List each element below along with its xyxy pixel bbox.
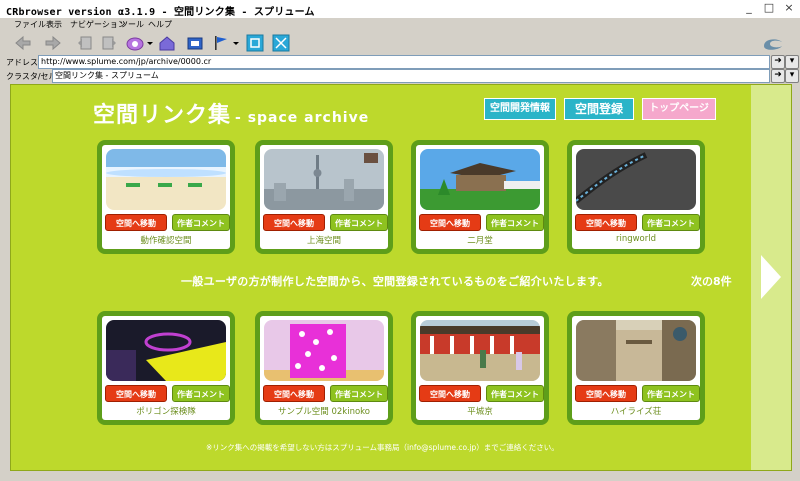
space-card: 空間へ移動 作者コメント サンプル空間 02kinoko [255, 311, 393, 425]
page-title: 空間リンク集 - space archive [93, 97, 369, 129]
go-to-space-button[interactable]: 空間へ移動 [575, 214, 637, 231]
space-thumbnail[interactable] [106, 149, 226, 210]
space-card: 空間へ移動 作者コメント 動作確認空間 [97, 140, 235, 254]
space-thumbnail[interactable] [576, 149, 696, 210]
top-page-button[interactable]: トップページ [642, 98, 716, 120]
space-card: 空間へ移動 作者コメント ポリゴン探検隊 [97, 311, 235, 425]
flag-dropdown-icon[interactable] [232, 34, 240, 52]
go-to-space-button[interactable]: 空間へ移動 [419, 385, 481, 402]
page-back-icon[interactable] [76, 34, 94, 52]
close-button[interactable]: × [782, 2, 796, 15]
forward-icon[interactable] [44, 34, 62, 52]
go-to-space-button[interactable]: 空間へ移動 [419, 214, 481, 231]
content-frame: 空間リンク集 - space archive 空間開発情報 空間登録 トップページ… [10, 84, 792, 471]
logo-icon [760, 34, 786, 52]
space-card: 空間へ移動 作者コメント 二月堂 [411, 140, 549, 254]
author-comment-button[interactable]: 作者コメント [172, 385, 230, 402]
author-comment-button[interactable]: 作者コメント [642, 385, 700, 402]
toolbar [0, 32, 800, 54]
go-to-space-button[interactable]: 空間へ移動 [105, 214, 167, 231]
go-to-space-button[interactable]: 空間へ移動 [263, 385, 325, 402]
history-dropdown-icon[interactable] [146, 34, 154, 52]
page-content: 空間リンク集 - space archive 空間開発情報 空間登録 トップページ… [11, 85, 743, 470]
author-comment-button[interactable]: 作者コメント [172, 214, 230, 231]
menu-navigation[interactable]: ナビゲーション [70, 19, 126, 30]
menu-bar: ファイル 表示 ナビゲーション ツール ヘルプ [0, 18, 800, 32]
space-name[interactable]: ハイライズ荘 [572, 405, 700, 417]
fit-view-icon[interactable] [246, 34, 264, 52]
cluster-input[interactable]: 空間リンク集 - スプリューム [52, 69, 770, 83]
space-name[interactable]: 上海空間 [260, 234, 388, 246]
space-thumbnail[interactable] [264, 149, 384, 210]
cluster-dropdown-icon[interactable]: ▾ [785, 69, 799, 83]
space-thumbnail[interactable] [576, 320, 696, 381]
author-comment-button[interactable]: 作者コメント [642, 214, 700, 231]
back-icon[interactable] [14, 34, 32, 52]
announcement-text: 一般ユーザの方が制作した空間から、空間登録されているものをご紹介いたします。 [181, 275, 609, 288]
address-label: アドレス [6, 58, 38, 67]
author-comment-button[interactable]: 作者コメント [330, 214, 388, 231]
author-comment-button[interactable]: 作者コメント [330, 385, 388, 402]
space-name[interactable]: 二月堂 [416, 234, 544, 246]
menu-help[interactable]: ヘルプ [148, 19, 172, 30]
title-bar: CRbrowser version α3.1.9 - 空間リンク集 - スプリュ… [0, 0, 800, 19]
footer-note: ※リンク集への掲載を希望しない方はスプリューム事務局（info@splume.c… [206, 443, 559, 452]
go-to-space-button[interactable]: 空間へ移動 [575, 385, 637, 402]
space-card: 空間へ移動 作者コメント ringworld [567, 140, 705, 254]
menu-view[interactable]: 表示 [46, 19, 62, 30]
minimize-button[interactable]: _ [742, 2, 756, 15]
flag-icon[interactable] [212, 34, 230, 52]
window-title: CRbrowser version α3.1.9 - 空間リンク集 - スプリュ… [6, 7, 315, 18]
go-to-space-button[interactable]: 空間へ移動 [263, 214, 325, 231]
space-name[interactable]: 平城京 [416, 405, 544, 417]
page-title-main: 空間リンク集 [93, 103, 232, 128]
space-thumbnail[interactable] [420, 149, 540, 210]
cluster-bar: クラスタ/セル 空間リンク集 - スプリューム ➜ ▾ [0, 68, 800, 84]
menu-file[interactable]: ファイル [14, 19, 46, 30]
space-card: 空間へ移動 作者コメント ハイライズ荘 [567, 311, 705, 425]
go-to-space-button[interactable]: 空間へ移動 [105, 385, 167, 402]
space-card: 空間へ移動 作者コメント 上海空間 [255, 140, 393, 254]
page-subtitle: - space archive [235, 110, 370, 126]
space-thumbnail[interactable] [264, 320, 384, 381]
bookmark-icon[interactable] [186, 34, 204, 52]
menu-tools[interactable]: ツール [120, 19, 144, 30]
space-thumbnail[interactable] [420, 320, 540, 381]
page-forward-icon[interactable] [100, 34, 118, 52]
address-input[interactable]: http://www.splume.com/jp/archive/0000.cr [38, 55, 770, 69]
maximize-button[interactable]: □ [762, 2, 776, 15]
space-name[interactable]: サンプル空間 02kinoko [260, 405, 388, 417]
author-comment-button[interactable]: 作者コメント [486, 214, 544, 231]
address-dropdown-icon[interactable]: ▾ [785, 55, 799, 69]
register-button[interactable]: 空間登録 [564, 98, 634, 120]
space-name[interactable]: ringworld [572, 234, 700, 244]
history-icon[interactable] [126, 34, 144, 52]
space-name[interactable]: 動作確認空間 [102, 234, 230, 246]
cluster-label: クラスタ/セル [6, 72, 57, 81]
next-page-link[interactable]: 次の8件 [691, 273, 732, 289]
cluster-go-icon[interactable]: ➜ [771, 69, 785, 83]
fullscreen-icon[interactable] [272, 34, 290, 52]
address-go-icon[interactable]: ➜ [771, 55, 785, 69]
space-thumbnail[interactable] [106, 320, 226, 381]
next-arrow-icon[interactable] [761, 255, 781, 299]
home-icon[interactable] [158, 34, 176, 52]
author-comment-button[interactable]: 作者コメント [486, 385, 544, 402]
dev-info-button[interactable]: 空間開発情報 [484, 98, 556, 120]
space-name[interactable]: ポリゴン探検隊 [102, 405, 230, 417]
space-card: 空間へ移動 作者コメント 平城京 [411, 311, 549, 425]
